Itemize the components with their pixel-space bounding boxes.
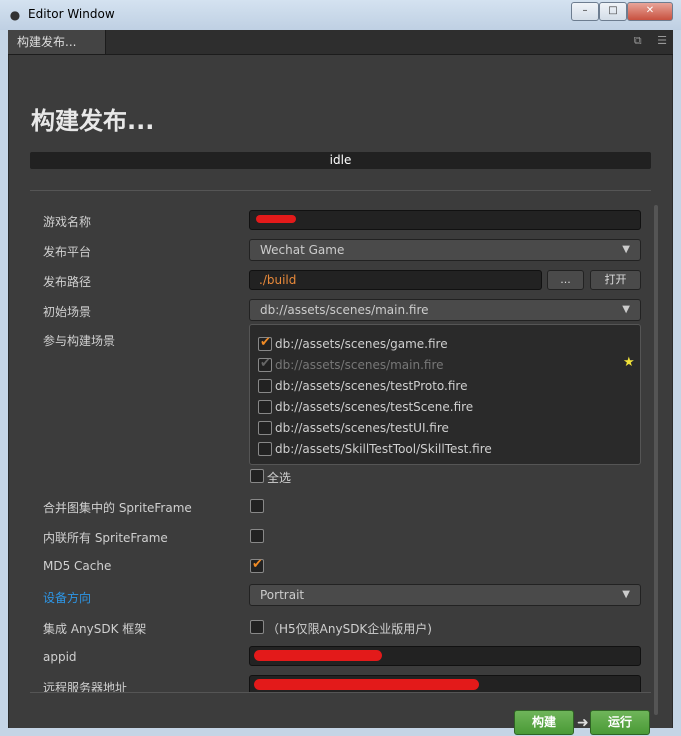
start-scene-value: db://assets/scenes/main.fire — [260, 303, 429, 317]
run-button[interactable]: 运行 — [590, 710, 650, 735]
scenes-label: 参与构建场景 — [43, 334, 116, 348]
start-scene-label: 初始场景 — [43, 305, 92, 319]
scene-path: db://assets/scenes/testProto.fire — [275, 379, 468, 393]
divider — [30, 190, 651, 191]
anysdk-label: 集成 AnySDK 框架 — [43, 622, 147, 636]
scene-path: db://assets/scenes/testUI.fire — [275, 421, 449, 435]
scene-checkbox[interactable] — [258, 335, 272, 351]
redaction-mark — [254, 650, 382, 661]
tab-bar: 构建发布... ⧉ ☰ — [8, 30, 673, 55]
remote-server-input[interactable] — [249, 675, 641, 692]
remote-server-label: 远程服务器地址 — [43, 681, 128, 692]
browse-button[interactable]: ... — [547, 270, 584, 290]
game-name-input[interactable] — [249, 210, 641, 230]
status-bar: idle — [30, 152, 651, 169]
divider — [30, 692, 651, 693]
open-folder-button[interactable]: 打开 — [590, 270, 641, 290]
inline-sprite-label: 内联所有 SpriteFrame — [43, 531, 168, 545]
scene-path: db://assets/SkillTestTool/SkillTest.fire — [275, 442, 492, 456]
page-title: 构建发布... — [31, 107, 155, 135]
scene-checkbox[interactable] — [258, 442, 272, 456]
merge-sprite-label: 合并图集中的 SpriteFrame — [43, 501, 192, 515]
platform-value: Wechat Game — [260, 243, 345, 257]
game-name-label: 游戏名称 — [43, 215, 92, 229]
window-titlebar: ● Editor Window – □ ✕ — [0, 0, 681, 30]
close-button[interactable]: ✕ — [627, 2, 673, 21]
start-scene-select[interactable]: db://assets/scenes/main.fire ▼ — [249, 299, 641, 321]
inline-sprite-checkbox[interactable] — [250, 529, 264, 543]
maximize-button[interactable]: □ — [599, 2, 627, 21]
scene-path: db://assets/scenes/game.fire — [275, 337, 448, 351]
scene-path: db://assets/scenes/main.fire — [275, 358, 444, 372]
md5-label: MD5 Cache — [43, 559, 112, 573]
select-all-label: 全选 — [267, 471, 292, 485]
arrow-right-icon: ➜ — [577, 715, 589, 731]
select-all-checkbox[interactable] — [250, 469, 264, 483]
platform-label: 发布平台 — [43, 245, 92, 259]
star-icon: ★ — [623, 355, 635, 370]
build-path-input[interactable]: ./build — [249, 270, 542, 290]
chevron-down-icon: ▼ — [622, 589, 630, 600]
restore-icon[interactable]: ⧉ — [634, 34, 642, 47]
merge-sprite-checkbox[interactable] — [250, 499, 264, 513]
scene-checkbox — [258, 356, 272, 372]
platform-select[interactable]: Wechat Game ▼ — [249, 239, 641, 261]
orientation-label: 设备方向 — [43, 591, 92, 605]
scene-list: db://assets/scenes/game.fire db://assets… — [249, 324, 641, 465]
minimize-button[interactable]: – — [571, 2, 599, 21]
chevron-down-icon: ▼ — [622, 244, 630, 255]
anysdk-note: （H5仅限AnySDK企业版用户) — [267, 622, 432, 636]
app-icon: ● — [9, 8, 21, 22]
appid-input[interactable] — [249, 646, 641, 666]
tab-build[interactable]: 构建发布... — [8, 30, 106, 54]
build-button[interactable]: 构建 — [514, 710, 574, 735]
scene-checkbox[interactable] — [258, 421, 272, 435]
window-title: Editor Window — [28, 7, 115, 21]
editor-frame: 构建发布... ⧉ ☰ 构建发布... idle 游戏名称 发布平台 Wecha… — [8, 30, 673, 735]
menu-icon[interactable]: ☰ — [657, 34, 667, 47]
orientation-value: Portrait — [260, 588, 305, 602]
scene-checkbox[interactable] — [258, 379, 272, 393]
appid-label: appid — [43, 650, 77, 664]
orientation-select[interactable]: Portrait ▼ — [249, 584, 641, 606]
build-path-label: 发布路径 — [43, 275, 92, 289]
chevron-down-icon: ▼ — [622, 304, 630, 315]
anysdk-checkbox[interactable] — [250, 620, 264, 634]
scrollbar[interactable] — [654, 205, 658, 715]
md5-checkbox[interactable] — [250, 557, 264, 573]
redaction-mark — [256, 215, 296, 223]
redaction-mark — [254, 679, 479, 690]
scroll-clip: 远程服务器地址 — [9, 670, 672, 692]
scene-checkbox[interactable] — [258, 400, 272, 414]
build-panel: 构建发布... idle 游戏名称 发布平台 Wechat Game ▼ 发布路… — [9, 55, 672, 735]
scene-path: db://assets/scenes/testScene.fire — [275, 400, 474, 414]
